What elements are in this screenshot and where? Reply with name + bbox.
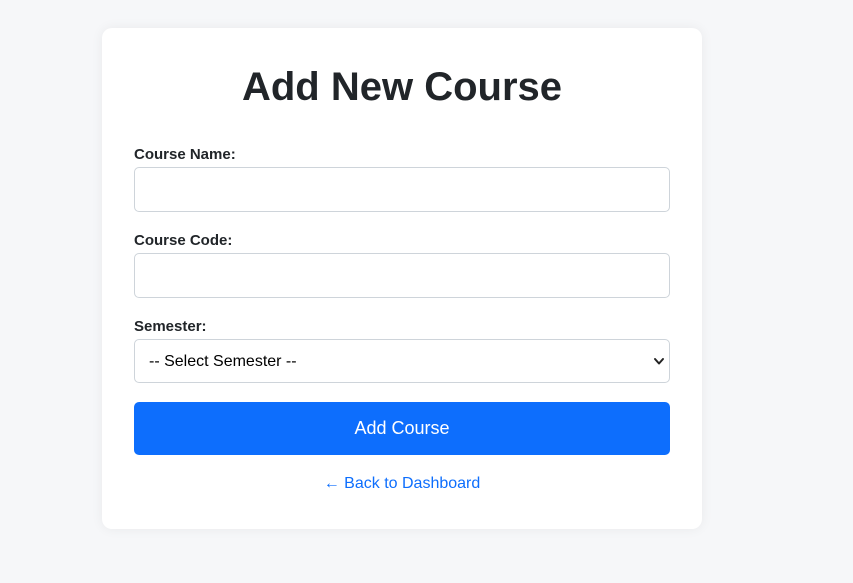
course-code-label: Course Code: (134, 232, 233, 249)
course-code-input[interactable] (134, 253, 670, 298)
course-name-label: Course Name: (134, 146, 236, 163)
semester-select[interactable]: -- Select Semester -- (134, 339, 670, 383)
page-title: Add New Course (241, 65, 563, 109)
semester-selected-value: -- Select Semester -- (149, 353, 297, 370)
chevron-down-icon (654, 358, 664, 365)
add-course-button[interactable]: Add Course (134, 402, 670, 455)
back-to-dashboard-link[interactable]: ← Back to Dashboard (134, 474, 670, 494)
semester-label: Semester: (134, 318, 207, 335)
add-course-card: Add New Course Course Name: Course Code:… (102, 28, 702, 529)
course-name-input[interactable] (134, 167, 670, 212)
